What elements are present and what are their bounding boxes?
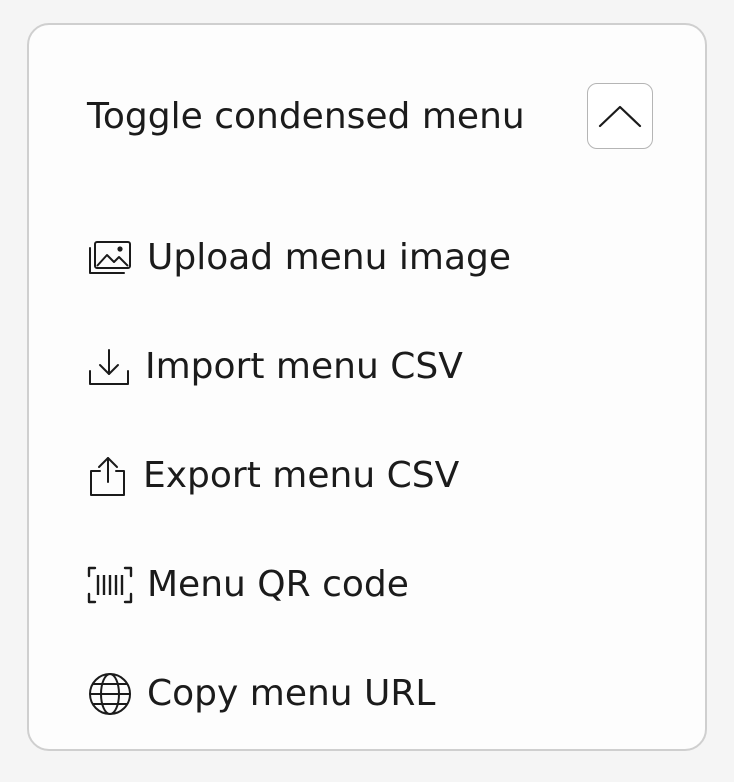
- menu-item-import-csv[interactable]: Import menu CSV: [87, 337, 647, 397]
- menu-item-copy-url[interactable]: Copy menu URL: [87, 664, 647, 724]
- menu-item-upload-image[interactable]: Upload menu image: [87, 228, 647, 288]
- menu-item-export-csv[interactable]: Export menu CSV: [87, 446, 647, 506]
- globe-icon: [87, 664, 147, 724]
- download-icon: [87, 337, 145, 397]
- menu-item-label: Menu QR code: [147, 564, 409, 605]
- menu-item-qr-code[interactable]: Menu QR code: [87, 555, 647, 615]
- share-upload-icon: [87, 446, 145, 506]
- menu-item-label: Upload menu image: [147, 237, 512, 278]
- chevron-up-icon: [598, 105, 642, 128]
- menu-panel: Toggle condensed menu Upload menu image: [27, 23, 707, 751]
- barcode-scan-icon: [87, 555, 147, 615]
- image-upload-icon: [87, 228, 147, 288]
- menu-item-label: Import menu CSV: [145, 346, 463, 387]
- toggle-condensed-menu-button[interactable]: [587, 83, 653, 149]
- menu-header: Toggle condensed menu: [87, 83, 653, 151]
- menu-item-label: Export menu CSV: [143, 455, 460, 496]
- menu-title: Toggle condensed menu: [87, 96, 525, 137]
- menu-item-label: Copy menu URL: [147, 673, 436, 714]
